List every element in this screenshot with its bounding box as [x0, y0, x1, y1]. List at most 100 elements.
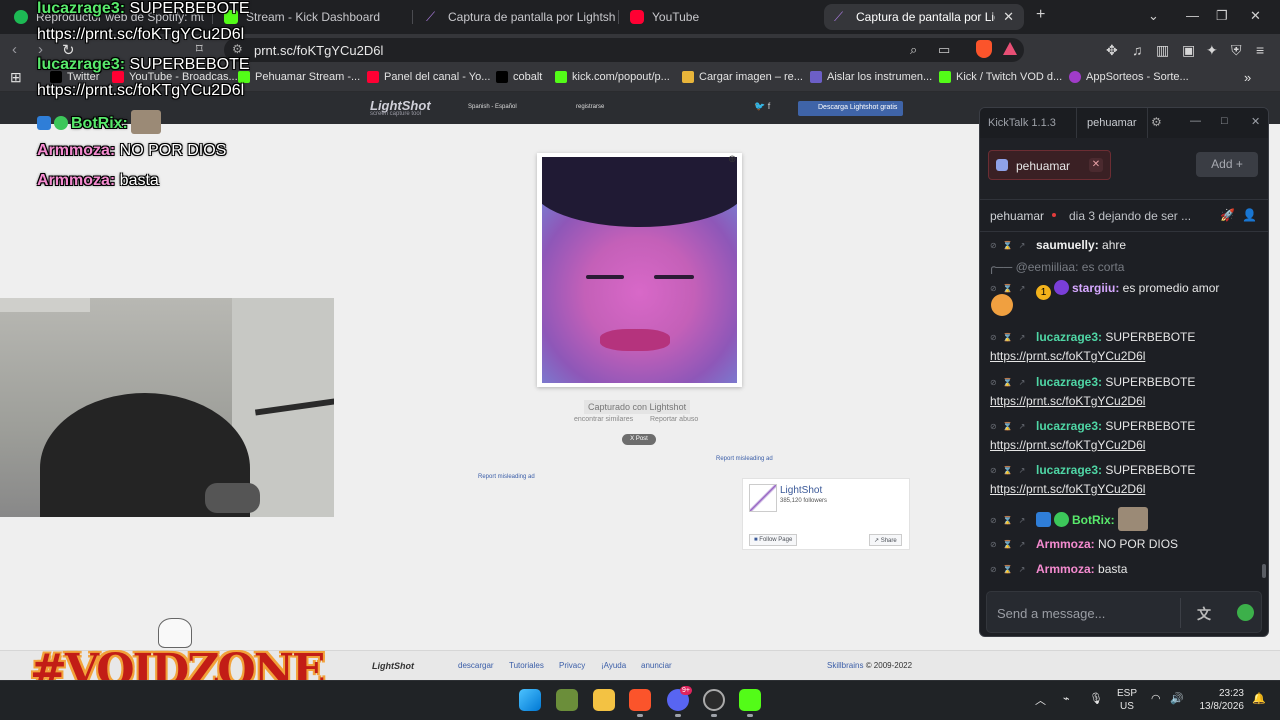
chat-link[interactable]: https://prnt.sc/foKTgYCu2D6l [990, 392, 1260, 411]
account-name[interactable]: pehuamar [1076, 108, 1148, 138]
x-post-button[interactable]: X Post [622, 434, 656, 445]
wallet-icon[interactable]: ▣ [1182, 42, 1195, 59]
tab-search-icon[interactable]: ⌄ [1148, 8, 1159, 24]
bookmark-appsorteos[interactable]: AppSorteos - Sorte... [1069, 71, 1189, 83]
message-tools-icons[interactable]: ⊘⌛↗ [990, 236, 1036, 255]
file-explorer-icon[interactable] [593, 689, 615, 711]
footer-link-ayuda[interactable]: ¡Ayuda [601, 661, 626, 670]
chat-link[interactable]: https://prnt.sc/foKTgYCu2D6l [990, 480, 1260, 499]
add-channel-button[interactable]: Add + [1196, 152, 1258, 177]
channel-tab-pehuamar[interactable]: pehuamar ✕ [988, 150, 1111, 180]
find-similar-link[interactable]: encontrar similares [574, 416, 633, 423]
report-misleading-ad-link[interactable]: Report misleading ad [716, 456, 773, 462]
chat-message[interactable]: ⊘⌛↗ lucazrage3: SUPERBEBOTE https://prnt.s… [990, 417, 1260, 455]
new-tab-button[interactable]: + [1036, 6, 1045, 24]
notifications-icon[interactable]: 🔔 [1252, 692, 1266, 705]
bookmark-pehuamar-stream[interactable]: Pehuamar Stream -... [238, 71, 360, 83]
zoom-search-icon[interactable]: ⌕ [910, 42, 917, 58]
chat-message[interactable]: ⊘⌛↗ Armmoza: NO POR DIOS [990, 535, 1260, 554]
chat-message[interactable]: ⊘⌛↗ BotRix: [990, 507, 1260, 531]
close-channel-icon[interactable]: ✕ [1089, 158, 1103, 172]
minimize-icon[interactable]: — [1190, 115, 1201, 127]
brave-rewards-icon[interactable] [1003, 42, 1017, 55]
chat-message[interactable]: ⊘⌛↗ 1 stargiiu: es promedio amor [990, 279, 1260, 300]
site-info-icon[interactable]: ⚙ [232, 42, 243, 56]
message-input[interactable] [997, 603, 1167, 623]
extensions-icon[interactable]: ✥ [1106, 42, 1118, 59]
chat-message[interactable]: ⊘⌛↗ lucazrage3: SUPERBEBOTE https://prnt.s… [990, 328, 1260, 366]
system-clock[interactable]: 23:23 13/8/2026 [1198, 687, 1245, 713]
social-icons[interactable]: 🐦 f [754, 101, 770, 112]
address-bar[interactable]: ⚙ prnt.sc/foKTgYCu2D6l ⌕ ▭ [224, 38, 1024, 62]
download-lightshot-button[interactable]: Descarga Lightshot gratis [798, 101, 904, 116]
zoom-icon[interactable]: ⊕ [728, 154, 736, 165]
report-abuse-link[interactable]: Reportar abuso [650, 416, 698, 423]
wifi-icon[interactable]: ◠ [1151, 692, 1161, 705]
back-icon[interactable]: ‹ [12, 41, 17, 58]
tab-lightshot[interactable]: ⟋ Captura de pantalla por Lightshot [416, 4, 616, 30]
register-link[interactable]: registrarse [576, 104, 604, 110]
viewers-icon[interactable]: 👤 [1242, 208, 1257, 222]
bookmark-kick-twitch-vod[interactable]: Kick / Twitch VOD d... [939, 71, 1062, 83]
close-icon[interactable]: ✕ [1251, 115, 1260, 128]
close-window-icon[interactable]: ✕ [1250, 8, 1261, 24]
chat-message[interactable]: ⊘⌛↗ Armmoza: basta [990, 560, 1260, 579]
chat-message[interactable]: ⊘⌛↗ saumuelly: ahre [990, 236, 1260, 255]
footer-link-anunciar[interactable]: anunciar [641, 661, 672, 670]
footer-link-descargar[interactable]: descargar [458, 661, 494, 670]
restore-icon[interactable]: ❐ [1216, 8, 1228, 24]
follow-page-button[interactable]: ■ Follow Page [749, 534, 798, 546]
message-tools-icons[interactable]: ⊘⌛↗ [990, 373, 1036, 392]
minimize-icon[interactable]: — [1186, 8, 1199, 23]
menu-icon[interactable]: ≡ [1256, 42, 1264, 58]
rocket-icon[interactable]: 🚀 [1220, 208, 1235, 222]
message-tools-icons[interactable]: ⊘⌛↗ [990, 511, 1036, 530]
obs-icon[interactable] [703, 689, 725, 711]
reply-reference[interactable]: ╭── @eemiiliaa: es corta [988, 260, 1124, 274]
tray-overflow-icon[interactable]: ︿ [1035, 692, 1046, 708]
chat-message[interactable]: ⊘⌛↗ lucazrage3: SUPERBEBOTE https://prnt.s… [990, 461, 1260, 499]
chat-link[interactable]: https://prnt.sc/foKTgYCu2D6l [990, 347, 1260, 366]
message-tools-icons[interactable]: ⊘⌛↗ [990, 328, 1036, 347]
share-button[interactable]: ↗ Share [869, 534, 902, 546]
chat-scrollbar[interactable] [1262, 564, 1266, 578]
chat-link[interactable]: https://prnt.sc/foKTgYCu2D6l [990, 436, 1260, 455]
apps-grid-icon[interactable]: ⊞ [10, 69, 22, 86]
tab-lightshot-active[interactable]: ⟋ Captura de pantalla por Lightshot ✕ [824, 4, 1024, 30]
game-app-icon[interactable] [556, 689, 578, 711]
bookmark-aislar[interactable]: Aislar los instrumen... [810, 71, 932, 83]
kicktalk-app-icon[interactable] [739, 689, 761, 711]
fb-page-name[interactable]: LightShot [780, 485, 822, 496]
maximize-icon[interactable]: □ [1221, 115, 1228, 127]
vpn-icon[interactable]: ⛨ [1231, 42, 1242, 59]
translate-icon[interactable]: 文 [1197, 604, 1211, 624]
volume-icon[interactable]: 🔊 [1170, 692, 1184, 705]
skillbrains-link[interactable]: Skillbrains [827, 661, 863, 670]
report-misleading-ad-link[interactable]: Report misleading ad [478, 474, 535, 480]
language-selector[interactable]: Spanish - Español [468, 104, 517, 110]
bookmark-panel-canal[interactable]: Panel del canal - Yo... [367, 71, 490, 83]
leo-ai-icon[interactable]: ✦ [1206, 42, 1218, 59]
footer-link-privacy[interactable]: Privacy [559, 661, 585, 670]
bookmark-cargar-imagen[interactable]: Cargar imagen – re... [682, 71, 803, 83]
url-text[interactable]: prnt.sc/foKTgYCu2D6l [254, 43, 383, 58]
more-bookmarks-icon[interactable]: » [1244, 70, 1251, 85]
message-tools-icons[interactable]: ⊘⌛↗ [990, 560, 1036, 579]
windows-start-icon[interactable] [519, 689, 541, 711]
music-icon[interactable]: ♫ [1132, 42, 1143, 58]
footer-link-tutoriales[interactable]: Tutoriales [509, 661, 544, 670]
lightshot-logo[interactable]: LightShot screen capture tool [370, 98, 431, 117]
emote-picker-icon[interactable] [1237, 604, 1254, 621]
microphone-icon[interactable]: 🎙 [1089, 692, 1103, 705]
streamer-name[interactable]: pehuamar [990, 209, 1044, 223]
input-language[interactable]: ESP US [1117, 687, 1137, 713]
brave-browser-icon[interactable] [629, 689, 651, 711]
sidebar-icon[interactable]: ▥ [1156, 42, 1169, 59]
cast-icon[interactable]: ▭ [938, 42, 950, 58]
footer-logo[interactable]: LightShot [372, 661, 414, 671]
brave-shields-icon[interactable] [976, 40, 992, 58]
chat-message[interactable]: ⊘⌛↗ lucazrage3: SUPERBEBOTE https://prnt.s… [990, 373, 1260, 411]
message-tools-icons[interactable]: ⊘⌛↗ [990, 461, 1036, 480]
message-tools-icons[interactable]: ⊘⌛↗ [990, 417, 1036, 436]
tab-youtube[interactable]: YouTube [620, 4, 816, 30]
